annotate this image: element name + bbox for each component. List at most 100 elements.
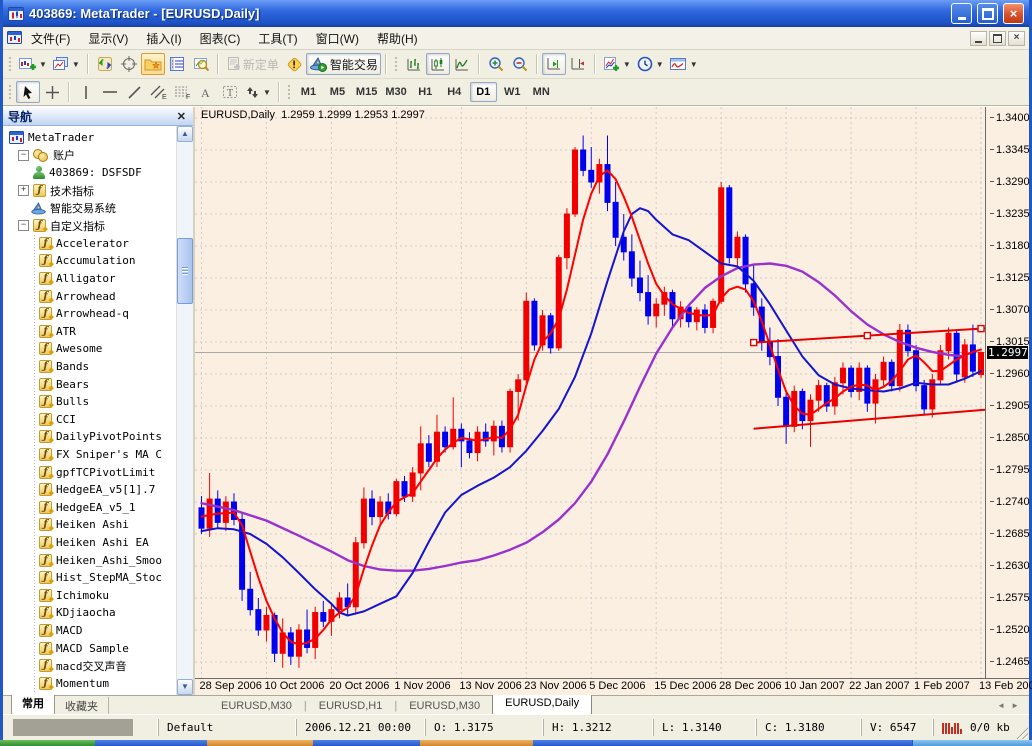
indicators-button[interactable]: ▼ [600, 53, 634, 75]
periods-button[interactable]: ▼ [634, 53, 667, 75]
profiles-dropdown[interactable]: ▼ [72, 60, 80, 69]
indicator-item[interactable]: ƒFX Sniper's MA C [3, 446, 176, 464]
indicator-item[interactable]: ƒAwesome [3, 340, 176, 358]
new-order-button[interactable]: 新定单 [223, 53, 282, 75]
indicator-item[interactable]: ƒMACD Sample [3, 639, 176, 657]
fibonacci-tool-button[interactable]: F [170, 81, 194, 103]
indicator-item[interactable]: ƒHeiken Ashi [3, 516, 176, 534]
indicator-item[interactable]: ƒCCI [3, 411, 176, 429]
templates-button[interactable]: ▼ [667, 53, 701, 75]
indicator-item[interactable]: ƒAccumulation [3, 252, 176, 270]
status-profile[interactable]: Default [158, 719, 296, 736]
expert-advisors-button[interactable]: 智能交易 [306, 53, 381, 75]
taskbar-task-fragment[interactable] [207, 740, 313, 746]
indicator-item[interactable]: ƒAccelerator [3, 235, 176, 253]
data-window-button[interactable] [189, 53, 213, 75]
indicator-item[interactable]: ƒAlligator [3, 270, 176, 288]
child-minimize-button[interactable] [970, 31, 987, 46]
zoom-in-button[interactable] [484, 53, 508, 75]
market-watch-button[interactable] [165, 53, 189, 75]
periods-dropdown[interactable]: ▼ [656, 60, 664, 69]
indicator-item[interactable]: ƒIchimoku [3, 586, 176, 604]
tree-item-account[interactable]: 403869: DSFSDF [3, 164, 176, 182]
child-close-button[interactable]: × [1008, 31, 1025, 46]
restore-button[interactable] [977, 3, 998, 24]
timeframe-h1-button[interactable]: H1 [412, 82, 439, 102]
timeframe-m5-button[interactable]: M5 [324, 82, 351, 102]
indicator-item[interactable]: ƒDailyPivotPoints [3, 428, 176, 446]
chart-tab-3[interactable]: EURUSD,Daily [492, 693, 592, 714]
tree-item-metatrader[interactable]: MetaTrader [3, 129, 176, 147]
indicator-item[interactable]: ƒHedgeEA_v5_1 [3, 498, 176, 516]
indicator-item[interactable]: ƒArrowhead [3, 287, 176, 305]
tree-item-expert-systems[interactable]: 智能交易系统 [3, 199, 176, 217]
crosshair-tool-button[interactable] [40, 81, 64, 103]
trendline-tool-button[interactable] [122, 81, 146, 103]
toolbar-drag-handle[interactable] [8, 55, 13, 73]
crosshair-target-button[interactable] [117, 53, 141, 75]
indicator-item[interactable]: ƒHist_StepMA_Stoc [3, 569, 176, 587]
tree-item-technical-indicators[interactable]: + ƒ 技术指标 [3, 182, 176, 200]
tree-item-accounts[interactable]: − 账户 [3, 147, 176, 165]
indicator-item[interactable]: ƒATR [3, 323, 176, 341]
alert-button[interactable] [282, 53, 306, 75]
indicator-item[interactable]: ƒgpfTCPivotLimit [3, 463, 176, 481]
price-chart-svg[interactable] [195, 107, 985, 682]
vertical-line-tool-button[interactable] [74, 81, 98, 103]
tree-item-custom-indicators[interactable]: − ƒ 自定义指标 [3, 217, 176, 235]
taskbar-task-fragment[interactable] [420, 740, 533, 746]
windows-taskbar-sliver[interactable] [0, 740, 1032, 746]
navigator-close-icon[interactable]: ✕ [175, 110, 188, 123]
toolbar-drag-handle[interactable] [287, 83, 292, 101]
menu-item[interactable]: 文件(F) [22, 28, 79, 49]
minimize-button[interactable] [951, 3, 972, 24]
refresh-button[interactable] [93, 53, 117, 75]
indicator-item[interactable]: ƒBulls [3, 393, 176, 411]
chart-tab-1[interactable]: EURUSD,H1 [307, 698, 395, 714]
horizontal-line-tool-button[interactable] [98, 81, 122, 103]
auto-scroll-button[interactable] [542, 53, 566, 75]
text-label-tool-button[interactable]: T [218, 81, 242, 103]
timeframe-m30-button[interactable]: M30 [382, 82, 409, 102]
menu-item[interactable]: 帮助(H) [368, 28, 427, 49]
toolbar-drag-handle[interactable] [394, 55, 399, 73]
arrows-tool-button[interactable]: ▼ [242, 81, 274, 103]
navigator-tab-common[interactable]: 常用 [11, 692, 55, 714]
scroll-up-icon[interactable]: ▲ [177, 126, 193, 142]
toolbar-drag-handle[interactable] [8, 83, 13, 101]
timeframe-h4-button[interactable]: H4 [441, 82, 468, 102]
close-button[interactable]: × [1003, 3, 1024, 24]
line-chart-mode-button[interactable] [450, 53, 474, 75]
collapse-icon[interactable]: − [18, 150, 29, 161]
profiles-button[interactable]: ▼ [50, 53, 83, 75]
child-restore-button[interactable] [989, 31, 1006, 46]
menu-item[interactable]: 显示(V) [79, 28, 137, 49]
menu-item[interactable]: 窗口(W) [307, 28, 368, 49]
indicator-item[interactable]: ƒKDjiaocha [3, 604, 176, 622]
timeframe-m15-button[interactable]: M15 [353, 82, 380, 102]
indicator-item[interactable]: ƒMomentum [3, 674, 176, 692]
tab-scroll-right-icon[interactable]: ► [1011, 701, 1019, 710]
indicators-dropdown[interactable]: ▼ [623, 60, 631, 69]
cursor-tool-button[interactable] [16, 81, 40, 103]
menu-item[interactable]: 插入(I) [137, 28, 190, 49]
new-chart-dropdown[interactable]: ▼ [39, 60, 47, 69]
start-button-fragment[interactable] [0, 740, 95, 746]
favorites-button[interactable] [141, 53, 165, 75]
indicator-item[interactable]: ƒHeiken_Ashi_Smoo [3, 551, 176, 569]
chart-tab-0[interactable]: EURUSD,M30 [209, 698, 304, 714]
navigator-scrollbar[interactable]: ▲ ▼ [176, 126, 193, 695]
timeframe-m1-button[interactable]: M1 [295, 82, 322, 102]
equidistant-channel-tool-button[interactable]: E [146, 81, 170, 103]
templates-dropdown[interactable]: ▼ [690, 60, 698, 69]
indicator-item[interactable]: ƒBands [3, 358, 176, 376]
indicator-item[interactable]: ƒBears [3, 375, 176, 393]
collapse-icon[interactable]: − [18, 220, 29, 231]
timeframe-w1-button[interactable]: W1 [499, 82, 526, 102]
indicator-item[interactable]: ƒmacd交叉声音 [3, 657, 176, 675]
expand-icon[interactable]: + [18, 185, 29, 196]
navigator-tab-favorites[interactable]: 收藏夹 [55, 697, 109, 714]
new-chart-button[interactable]: ▼ [16, 53, 50, 75]
scroll-down-icon[interactable]: ▼ [177, 679, 193, 695]
chart-area[interactable]: EURUSD,Daily 1.2959 1.2999 1.2953 1.2997… [195, 107, 1029, 695]
